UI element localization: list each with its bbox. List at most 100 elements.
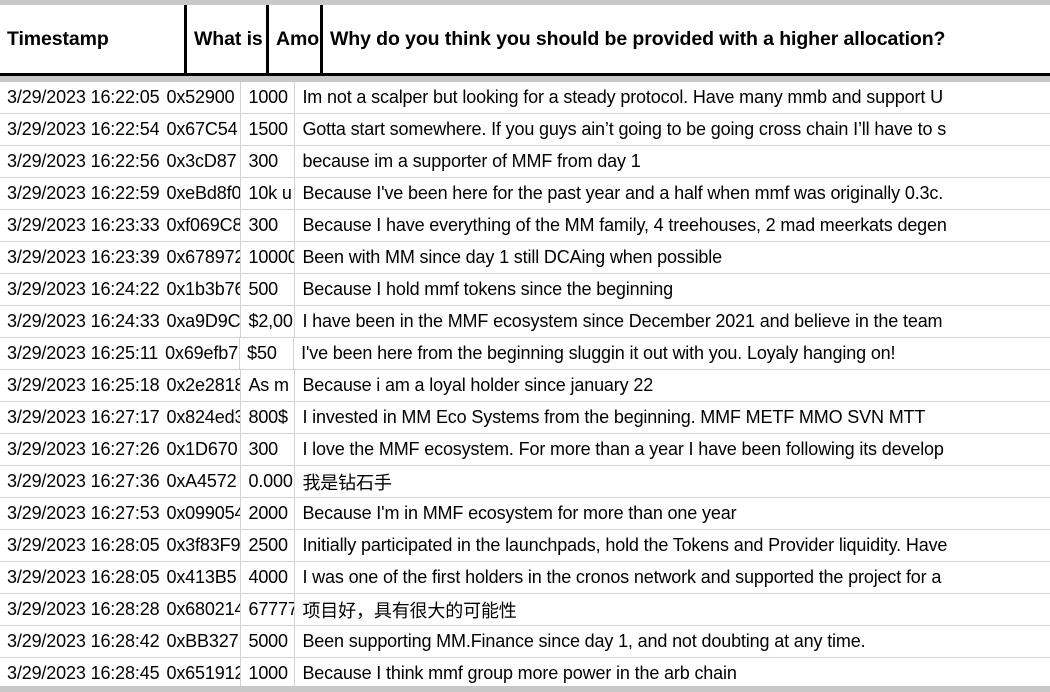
cell-why[interactable]: Initially participated in the launchpads… [295,530,1025,561]
cell-amount[interactable]: As m [241,370,296,401]
cell-why[interactable]: Because I think mmf group more power in … [295,658,1025,686]
cell-wallet[interactable]: 0x413B5 [159,562,242,593]
cell-amount[interactable]: $2,00 [241,306,296,337]
table-row[interactable]: 3/29/2023 16:28:45 0x651912 1000 Because I … [0,658,1050,686]
cell-wallet[interactable]: 0xA4572 [159,466,242,497]
cell-timestamp[interactable]: 3/29/2023 16:23:39 [0,242,159,273]
cell-why[interactable]: I've been here from the beginning sluggi… [294,338,1024,369]
cell-timestamp[interactable]: 3/29/2023 16:25:18 [0,370,159,401]
cell-timestamp[interactable]: 3/29/2023 16:28:05 [0,562,159,593]
cell-amount[interactable]: 300 [241,210,296,241]
table-row[interactable]: 3/29/2023 16:22:56 0x3cD87 300 because im a… [0,146,1050,178]
cell-amount[interactable]: 1000 [241,82,296,113]
cell-amount[interactable]: 5000 [241,626,296,657]
cell-timestamp[interactable]: 3/29/2023 16:28:42 [0,626,159,657]
cell-wallet[interactable]: 0x69efb7 [158,338,241,369]
cell-wallet[interactable]: 0x678972 [159,242,242,273]
column-header-wallet[interactable]: What is [184,5,266,73]
cell-timestamp[interactable]: 3/29/2023 16:28:45 [0,658,159,686]
table-row[interactable]: 3/29/2023 16:25:18 0x2e2818 As m Because i … [0,370,1050,402]
cell-timestamp[interactable]: 3/29/2023 16:28:05 [0,530,159,561]
table-row[interactable]: 3/29/2023 16:27:53 0x099054 2000 Because I'… [0,498,1050,530]
cell-wallet[interactable]: 0xeBd8f0 [159,178,242,209]
cell-why[interactable]: because im a supporter of MMF from day 1 [295,146,1025,177]
cell-timestamp[interactable]: 3/29/2023 16:22:56 [0,146,159,177]
cell-why[interactable]: Because I hold mmf tokens since the begi… [295,274,1025,305]
cell-timestamp[interactable]: 3/29/2023 16:27:36 [0,466,159,497]
cell-amount[interactable]: 300 [241,146,296,177]
cell-wallet[interactable]: 0x824ed3 [159,402,242,433]
cell-wallet[interactable]: 0x1D670 [159,434,242,465]
column-header-amount[interactable]: Amo [266,5,320,73]
table-row[interactable]: 3/29/2023 16:28:05 0x3f83F9 2500 Initially … [0,530,1050,562]
table-row[interactable]: 3/29/2023 16:24:33 0xa9D9C $2,00 I have bee… [0,306,1050,338]
cell-amount[interactable]: 10k u [241,178,296,209]
cell-amount[interactable]: 1500 [241,114,296,145]
cell-wallet[interactable]: 0x3f83F9 [159,530,242,561]
cell-why[interactable]: Because I've been here for the past year… [295,178,1025,209]
table-row[interactable]: 3/29/2023 16:27:26 0x1D670 300 I love the M… [0,434,1050,466]
cell-wallet[interactable]: 0x52900 [159,82,242,113]
cell-wallet[interactable]: 0xf069C8 [159,210,242,241]
cell-amount[interactable]: $50 [240,338,295,369]
cell-amount[interactable]: 4000 [241,562,296,593]
cell-why[interactable]: I was one of the first holders in the cr… [295,562,1025,593]
cell-why[interactable]: 我是钻石手 [295,466,1025,497]
cell-amount[interactable]: 800$ [241,402,296,433]
cell-why[interactable]: Been supporting MM.Finance since day 1, … [295,626,1025,657]
cell-amount[interactable]: 2500 [241,530,296,561]
cell-why[interactable]: Because i am a loyal holder since januar… [295,370,1025,401]
cell-timestamp[interactable]: 3/29/2023 16:22:59 [0,178,159,209]
table-row[interactable]: 3/29/2023 16:27:17 0x824ed3 800$ I invested… [0,402,1050,434]
table-row[interactable]: 3/29/2023 16:24:22 0x1b3b76 500 Because I h… [0,274,1050,306]
table-row[interactable]: 3/29/2023 16:22:05 0x52900 1000 Im not a sc… [0,82,1050,114]
cell-timestamp[interactable]: 3/29/2023 16:25:11 [0,338,158,369]
cell-timestamp[interactable]: 3/29/2023 16:27:26 [0,434,159,465]
cell-wallet[interactable]: 0xa9D9C [159,306,242,337]
column-header-timestamp[interactable]: Timestamp [0,5,184,73]
cell-timestamp[interactable]: 3/29/2023 16:27:53 [0,498,159,529]
cell-timestamp[interactable]: 3/29/2023 16:22:05 [0,82,159,113]
cell-wallet[interactable]: 0x67C54 [159,114,242,145]
cell-wallet[interactable]: 0xBB327 [159,626,242,657]
cell-amount[interactable]: 500 [241,274,296,305]
cell-why[interactable]: I love the MMF ecosystem. For more than … [295,434,1025,465]
cell-wallet[interactable]: 0x2e2818 [159,370,242,401]
cell-why[interactable]: Because I'm in MMF ecosystem for more th… [295,498,1025,529]
cell-wallet[interactable]: 0x1b3b76 [159,274,242,305]
cell-why[interactable]: Gotta start somewhere. If you guys ain’t… [295,114,1025,145]
cell-timestamp[interactable]: 3/29/2023 16:22:54 [0,114,159,145]
cell-wallet[interactable]: 0x099054 [159,498,242,529]
table-row[interactable]: 3/29/2023 16:28:05 0x413B5 4000 I was one o… [0,562,1050,594]
cell-wallet[interactable]: 0x3cD87 [159,146,242,177]
cell-why[interactable]: Because I have everything of the MM fami… [295,210,1025,241]
table-row[interactable]: 3/29/2023 16:25:11 0x69efb7 $50 I've been h… [0,338,1050,370]
table-header: Timestamp What is Amo Why do you think y… [0,5,1050,73]
cell-timestamp[interactable]: 3/29/2023 16:27:17 [0,402,159,433]
cell-why[interactable]: I invested in MM Eco Systems from the be… [295,402,1025,433]
column-header-why[interactable]: Why do you think you should be provided … [320,5,1050,73]
cell-timestamp[interactable]: 3/29/2023 16:23:33 [0,210,159,241]
cell-amount[interactable]: 0.000 [241,466,296,497]
cell-wallet[interactable]: 0x680214 [159,594,242,625]
cell-why[interactable]: Im not a scalper but looking for a stead… [295,82,1025,113]
cell-wallet[interactable]: 0x651912 [159,658,242,686]
cell-amount[interactable]: 1000 [241,658,296,686]
cell-why[interactable]: I have been in the MMF ecosystem since D… [295,306,1025,337]
cell-why[interactable]: Been with MM since day 1 still DCAing wh… [295,242,1025,273]
table-row[interactable]: 3/29/2023 16:23:39 0x678972 10000 Been with… [0,242,1050,274]
cell-timestamp[interactable]: 3/29/2023 16:24:33 [0,306,159,337]
table-row[interactable]: 3/29/2023 16:22:54 0x67C54 1500 Gotta start… [0,114,1050,146]
cell-timestamp[interactable]: 3/29/2023 16:28:28 [0,594,159,625]
table-row[interactable]: 3/29/2023 16:28:28 0x680214 67777 项目好，具有很大的… [0,594,1050,626]
table-row[interactable]: 3/29/2023 16:27:36 0xA4572 0.000 我是钻石手 [0,466,1050,498]
cell-amount[interactable]: 300 [241,434,296,465]
table-row[interactable]: 3/29/2023 16:22:59 0xeBd8f0 10k u Because I… [0,178,1050,210]
cell-timestamp[interactable]: 3/29/2023 16:24:22 [0,274,159,305]
cell-why[interactable]: 项目好，具有很大的可能性 [295,594,1025,625]
cell-amount[interactable]: 2000 [241,498,296,529]
cell-amount[interactable]: 67777 [241,594,296,625]
table-row[interactable]: 3/29/2023 16:28:42 0xBB327 5000 Been suppor… [0,626,1050,658]
table-row[interactable]: 3/29/2023 16:23:33 0xf069C8 300 Because I h… [0,210,1050,242]
cell-amount[interactable]: 10000 [241,242,296,273]
